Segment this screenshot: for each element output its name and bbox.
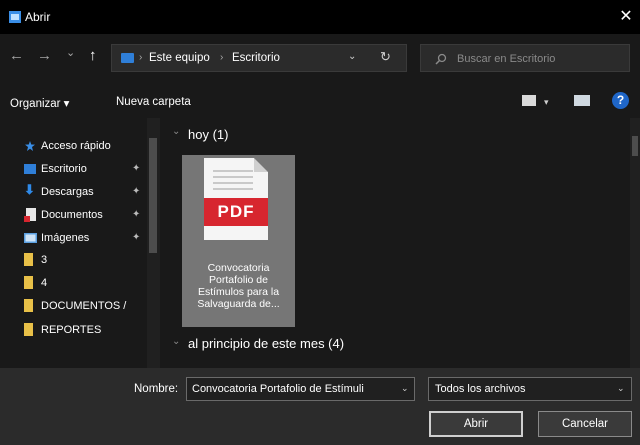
sidebar-item-descargas[interactable]: ⬇ Descargas ✦ <box>24 182 148 202</box>
app-icon <box>9 11 21 23</box>
sidebar-item-folder-4[interactable]: 4 <box>24 275 148 293</box>
breadcrumb-separator: › <box>220 52 224 63</box>
group-collapse-chevron-icon[interactable]: ⌄ <box>172 126 180 137</box>
close-icon[interactable]: ✕ <box>612 6 640 28</box>
view-options-icon[interactable] <box>522 95 536 106</box>
download-icon: ⬇ <box>24 182 35 197</box>
title-bar: Abrir ✕ <box>0 0 640 34</box>
sidebar-item-label: Documentos <box>41 209 103 221</box>
sidebar-item-label: Acceso rápido <box>41 140 111 152</box>
new-folder-button[interactable]: Nueva carpeta <box>116 96 191 108</box>
documents-icon <box>24 208 36 222</box>
sidebar-item-documentos[interactable]: Documentos ✦ <box>24 207 148 225</box>
forward-arrow-icon[interactable]: → <box>37 48 52 64</box>
group-collapse-chevron-icon[interactable]: ⌄ <box>172 336 180 347</box>
folder-icon <box>24 276 33 289</box>
sidebar-item-escritorio[interactable]: Escritorio ✦ <box>24 161 148 179</box>
pin-icon: ✦ <box>132 186 141 197</box>
pin-icon: ✦ <box>132 232 141 243</box>
computer-icon <box>121 53 134 63</box>
filetype-dropdown-icon[interactable]: ⌄ <box>617 383 625 394</box>
search-box[interactable]: Buscar en Escritorio <box>420 44 630 72</box>
filename-input[interactable]: Convocatoria Portafolio de Estímuli ⌄ <box>186 377 415 401</box>
content-scrollbar-thumb[interactable] <box>632 136 638 156</box>
address-bar[interactable]: › Este equipo › Escritorio ⌄ ↻ <box>111 44 407 72</box>
address-dropdown-icon[interactable]: ⌄ <box>348 51 356 62</box>
pdf-file-icon: PDF <box>204 158 268 240</box>
view-dropdown-icon[interactable]: ▾ <box>544 97 549 108</box>
open-button[interactable]: Abrir <box>429 411 523 437</box>
cancel-button[interactable]: Cancelar <box>538 411 632 437</box>
sidebar-item-label: Escritorio <box>41 163 87 175</box>
sidebar-item-label: REPORTES <box>41 324 102 336</box>
folder-icon <box>24 299 33 312</box>
sidebar-item-imagenes[interactable]: Imágenes ✦ <box>24 230 148 248</box>
filetype-select[interactable]: Todos los archivos ⌄ <box>428 377 632 401</box>
search-placeholder: Buscar en Escritorio <box>457 53 556 65</box>
back-arrow-icon[interactable]: ← <box>9 48 24 64</box>
refresh-icon[interactable]: ↻ <box>380 49 391 65</box>
breadcrumb-separator: › <box>139 52 143 63</box>
sidebar-item-documentos-folder[interactable]: DOCUMENTOS / <box>24 298 148 316</box>
page-fold <box>254 158 268 172</box>
pin-icon: ✦ <box>132 209 141 220</box>
breadcrumb-item-escritorio[interactable]: Escritorio <box>232 52 280 64</box>
sidebar-item-label: DOCUMENTOS / <box>41 300 127 312</box>
text-lines-decoration <box>213 170 253 172</box>
sidebar-item-folder-3[interactable]: 3 <box>24 252 148 270</box>
organize-button[interactable]: Organizar ▾ <box>10 96 69 110</box>
filename-dropdown-icon[interactable]: ⌄ <box>401 383 409 394</box>
window-title: Abrir <box>25 10 51 24</box>
recent-locations-chevron-icon[interactable]: ⌄ <box>66 45 75 61</box>
sidebar-item-reportes[interactable]: REPORTES <box>24 322 148 340</box>
sidebar-item-acceso-rapido[interactable]: Acceso rápido <box>24 138 148 156</box>
help-icon[interactable]: ? <box>612 92 629 109</box>
pin-icon: ✦ <box>132 163 141 174</box>
sidebar-item-label: Imágenes <box>41 232 90 244</box>
sidebar-item-label: 4 <box>41 277 48 289</box>
folder-icon <box>24 323 33 336</box>
search-icon <box>435 53 447 65</box>
file-name-label: Convocatoria Portafolio de Estímulos par… <box>197 262 280 310</box>
up-arrow-icon[interactable]: ↑ <box>89 48 97 64</box>
filename-input-value: Convocatoria Portafolio de Estímuli <box>192 383 364 395</box>
breadcrumb-item-este-equipo[interactable]: Este equipo <box>149 52 210 64</box>
desktop-icon <box>24 164 36 174</box>
sidebar-item-label: Descargas <box>41 186 94 198</box>
filename-label: Nombre: <box>134 383 179 395</box>
preview-pane-icon[interactable] <box>574 95 590 106</box>
pdf-badge-label: PDF <box>217 202 255 221</box>
pictures-icon <box>24 233 37 243</box>
folder-icon <box>24 253 33 266</box>
sidebar-scrollbar-thumb[interactable] <box>149 138 157 253</box>
sidebar-item-label: 3 <box>41 254 48 266</box>
filetype-value: Todos los archivos <box>435 383 526 395</box>
group-header-hoy[interactable]: hoy (1) <box>188 127 228 142</box>
group-header-este-mes[interactable]: al principio de este mes (4) <box>188 336 344 351</box>
star-icon <box>25 141 35 151</box>
